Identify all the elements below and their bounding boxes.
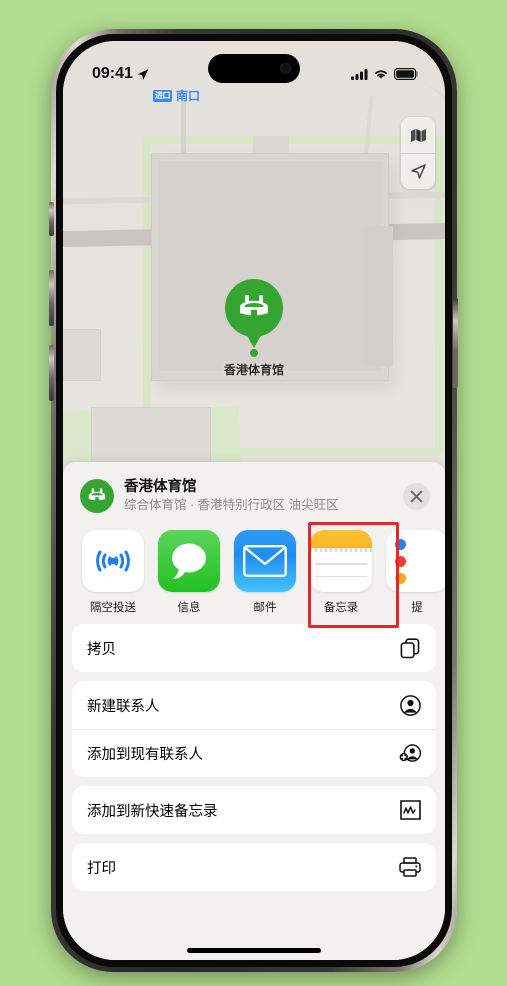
stadium-icon [88, 488, 106, 502]
mail-icon [234, 530, 296, 592]
action-row-print[interactable]: 打印 [72, 843, 436, 891]
notes-icon-line [315, 563, 367, 565]
map-layers-button[interactable] [401, 117, 435, 153]
map-pin-label: 香港体育馆 [223, 363, 284, 377]
action-label: 新建联系人 [87, 698, 160, 715]
action-label: 添加到现有联系人 [87, 746, 203, 763]
message-bubble-glyph [172, 543, 206, 579]
map-pin[interactable]: 香港体育馆 [63, 279, 445, 378]
share-app-mail[interactable]: 邮件 [234, 530, 296, 615]
share-app-airdrop[interactable]: 隔空投送 [82, 530, 144, 615]
action-label: 打印 [87, 860, 116, 877]
status-time: 09:41 [92, 65, 133, 82]
stadium-icon [240, 295, 268, 317]
doc-on-doc-icon [399, 637, 421, 659]
cellular-bars-icon [351, 68, 368, 80]
reminder-dot [395, 555, 406, 567]
battery-icon [394, 68, 418, 80]
app-label: 备忘录 [323, 602, 359, 614]
place-subtitle: 综合体育馆 · 香港特别行政区 油尖旺区 [124, 498, 339, 512]
share-app-reminders[interactable]: 提 [386, 530, 445, 615]
messages-icon [158, 530, 220, 592]
home-indicator[interactable] [187, 948, 321, 953]
app-label: 邮件 [253, 602, 277, 614]
action-row-copy[interactable]: 拷贝 [72, 624, 436, 672]
notes-icon-top [310, 530, 372, 548]
dynamic-island [208, 54, 300, 83]
action-label: 添加到新快速备忘录 [87, 803, 218, 820]
quick-note-icon [399, 799, 421, 821]
notes-icon [310, 530, 372, 592]
person-badge-plus-icon [399, 742, 421, 764]
action-group-print: 打印 [72, 843, 436, 891]
action-label: 拷贝 [87, 641, 116, 658]
action-button[interactable] [49, 202, 54, 236]
user-location-button[interactable] [401, 153, 435, 189]
printer-icon [399, 856, 421, 878]
volume-down-button[interactable] [49, 345, 54, 401]
close-button[interactable] [403, 482, 430, 510]
notes-icon-line [315, 575, 367, 577]
action-group-contacts: 新建联系人 添加到现有联系人 [72, 681, 436, 777]
action-group-quick-note: 添加到新快速备忘录 [72, 786, 436, 834]
action-row-add-existing-contact[interactable]: 添加到现有联系人 [72, 729, 436, 777]
action-group-copy: 拷贝 [72, 624, 436, 672]
location-arrow-icon [410, 164, 426, 179]
airdrop-icon [82, 530, 144, 592]
share-sheet-header: 香港体育馆 综合体育馆 · 香港特别行政区 油尖旺区 [72, 462, 436, 525]
reminder-dot [395, 572, 406, 584]
share-app-notes[interactable]: 备忘录 [310, 530, 372, 615]
share-app-messages[interactable]: 信息 [158, 530, 220, 615]
power-button[interactable] [453, 298, 458, 388]
close-icon [410, 490, 423, 502]
share-sheet: 香港体育馆 综合体育馆 · 香港特别行政区 油尖旺区 隔空投送 信息 邮件 备忘… [63, 462, 445, 960]
map-controls[interactable] [401, 117, 435, 189]
person-circle-icon [399, 694, 421, 716]
app-label: 信息 [177, 602, 201, 614]
map-icon [410, 128, 426, 142]
app-label: 隔空投送 [90, 602, 136, 614]
airdrop-glyph [96, 550, 130, 572]
phone-screen: 进口 南口 香港体育馆 09:41 香港体育馆 综合体育馆 · 香港特别行政区 … [63, 41, 445, 960]
status-bar-right [351, 68, 418, 80]
action-row-new-quick-note[interactable]: 添加到新快速备忘录 [72, 786, 436, 834]
share-app-row[interactable]: 隔空投送 信息 邮件 备忘录 提 [72, 522, 445, 628]
app-label: 提 [411, 602, 423, 614]
wifi-icon [375, 70, 387, 79]
place-title: 香港体育馆 [124, 479, 197, 495]
reminder-dot [395, 538, 406, 550]
volume-up-button[interactable] [49, 270, 54, 326]
map-pin-marker[interactable] [225, 279, 283, 337]
envelope-glyph [243, 545, 287, 577]
status-bar-left: 09:41 [92, 65, 149, 83]
place-avatar [80, 479, 114, 513]
notes-icon-perforation [310, 548, 372, 552]
action-row-new-contact[interactable]: 新建联系人 [72, 681, 436, 729]
place-info: 香港体育馆 综合体育馆 · 香港特别行政区 油尖旺区 [124, 479, 393, 513]
reminders-icon [386, 530, 445, 592]
location-arrow-icon [137, 68, 149, 80]
map-pin-dot [250, 349, 258, 357]
